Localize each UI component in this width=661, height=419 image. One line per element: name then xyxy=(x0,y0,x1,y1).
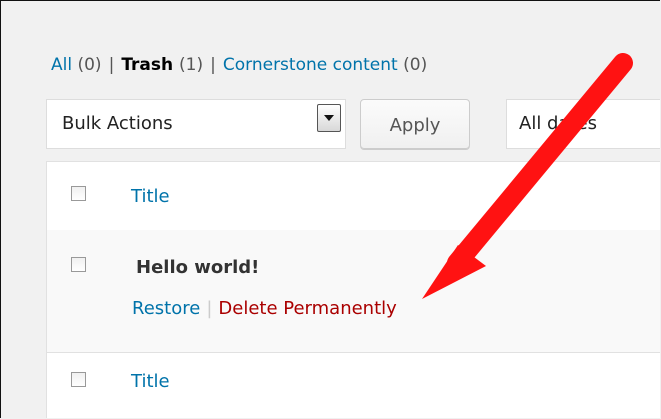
screenshot-frame: All (0) | Trash (1) | Cornerstone content (0… xyxy=(0,0,660,418)
red-arrow-icon xyxy=(422,53,633,299)
